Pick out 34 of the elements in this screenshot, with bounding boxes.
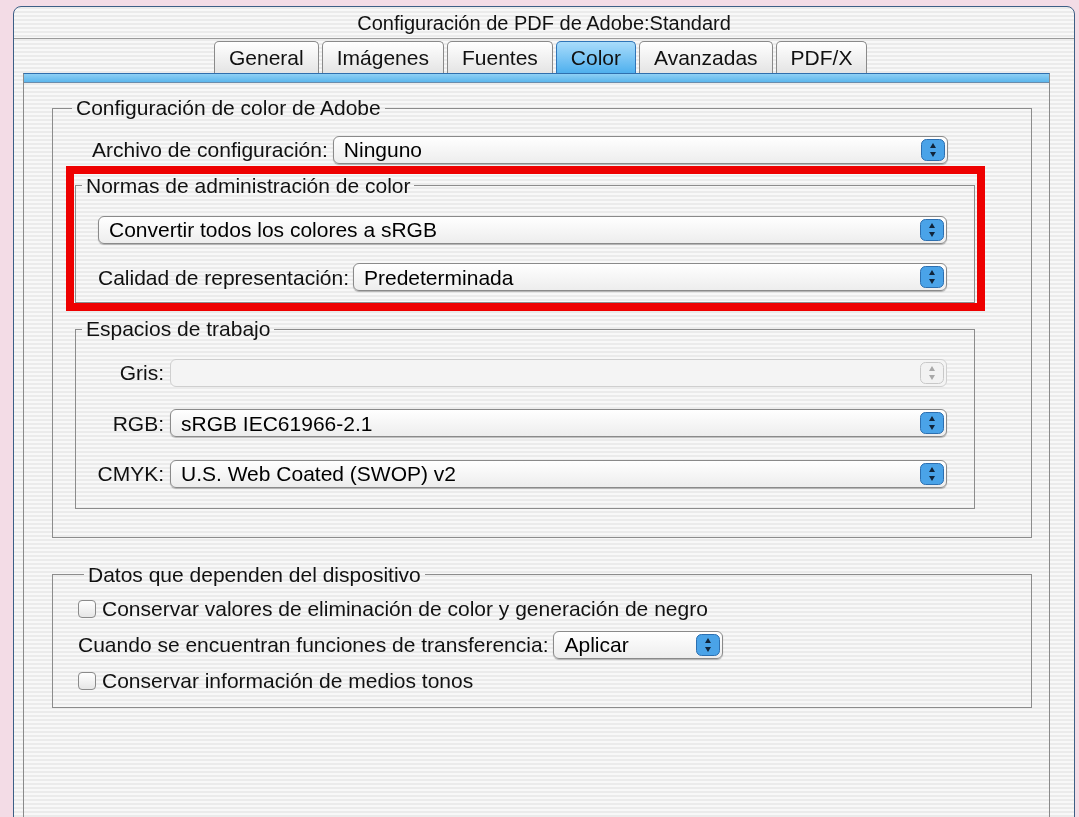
stepper-icon xyxy=(920,361,944,384)
checkbox[interactable] xyxy=(78,671,96,690)
stepper-icon xyxy=(920,266,944,289)
popup-menu[interactable]: sRGB IEC61966-2.1 xyxy=(170,409,947,438)
field-label: Gris: xyxy=(118,360,165,386)
field-label: CMYK: xyxy=(96,461,165,487)
popup-menu[interactable]: Predeterminada xyxy=(353,263,947,292)
group-title: Espacios de trabajo xyxy=(85,317,272,341)
field-label: Calidad de representación: xyxy=(98,264,349,291)
checkbox-label: Conservar valores de eliminación de color y generación de negro xyxy=(102,595,708,622)
stepper-icon xyxy=(920,218,944,241)
popup-menu[interactable]: Convertir todos los colores a sRGB xyxy=(98,215,947,244)
tab[interactable]: PDF/X xyxy=(775,41,868,73)
stepper-icon xyxy=(920,462,944,485)
stepper-icon xyxy=(921,138,945,161)
field-label: Archivo de configuración: xyxy=(92,137,328,163)
stepper-icon xyxy=(920,412,944,435)
field-label: Cuando se encuentran funciones de transferencia: xyxy=(78,631,549,658)
group-title: Datos que dependen del dispositivo xyxy=(87,562,422,587)
checkbox[interactable] xyxy=(78,599,96,618)
tab[interactable]: General xyxy=(214,41,319,73)
window-title: Configuración de PDF de Adobe:Standard xyxy=(14,7,1074,39)
popup-menu[interactable]: Aplicar xyxy=(553,630,724,659)
stepper-icon xyxy=(696,633,721,656)
group-title: Normas de administración de color xyxy=(85,173,412,198)
tab[interactable]: Avanzadas xyxy=(639,41,773,73)
field-label: RGB: xyxy=(111,410,165,437)
tab[interactable]: Imágenes xyxy=(321,41,444,73)
checkbox-label: Conservar información de medios tonos xyxy=(102,667,474,694)
popup-menu[interactable]: U.S. Web Coated (SWOP) v2 xyxy=(170,459,947,488)
tab[interactable]: Color xyxy=(555,41,637,73)
group-title: Configuración de color de Adobe xyxy=(75,96,382,120)
tab[interactable]: Fuentes xyxy=(446,41,553,73)
popup-menu[interactable]: Ninguno xyxy=(332,135,948,164)
